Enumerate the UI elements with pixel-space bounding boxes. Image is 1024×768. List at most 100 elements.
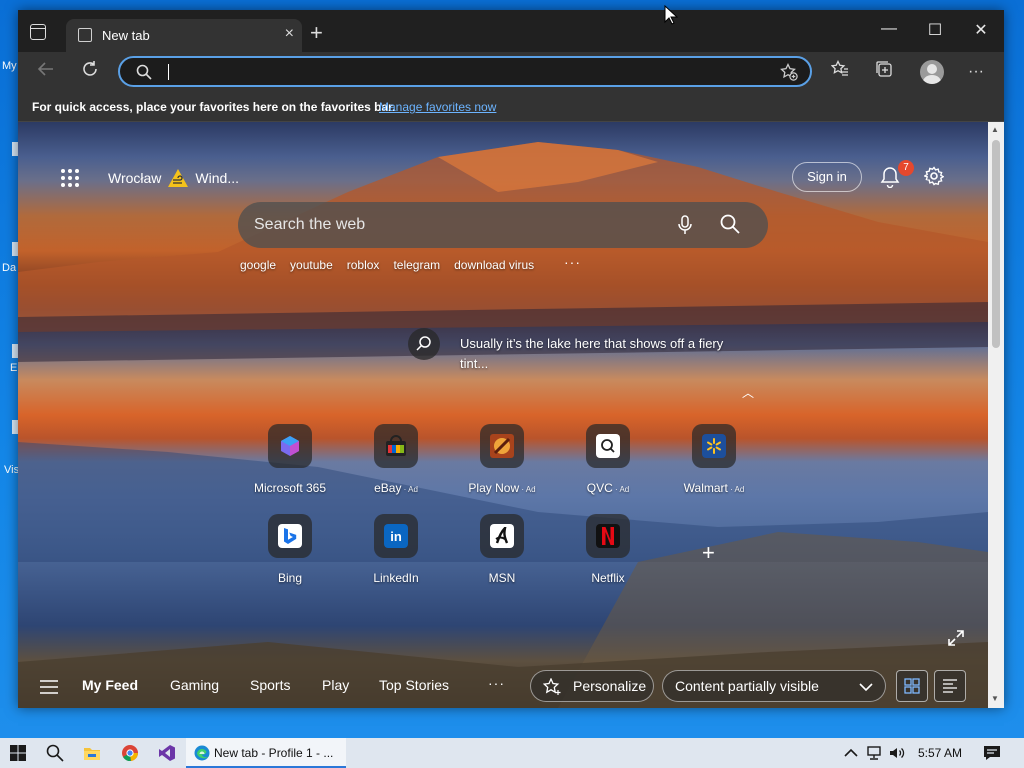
title-bar: New tab × + — ☐ ✕ <box>18 10 1004 52</box>
feed-tab-my-feed[interactable]: My Feed <box>82 677 138 693</box>
mouse-cursor-icon <box>664 5 678 25</box>
feed-more-button[interactable]: ··· <box>488 675 505 691</box>
list-view-icon <box>943 679 957 693</box>
tile-label: Play Now <box>468 481 520 495</box>
list-view-button[interactable] <box>934 670 966 702</box>
tile-linkedin[interactable]: in LinkedIn <box>346 514 446 585</box>
refresh-icon <box>83 61 97 76</box>
collections-button[interactable] <box>872 60 896 84</box>
feed-tab-play[interactable]: Play <box>322 677 349 693</box>
browser-window: New tab × + — ☐ ✕ ··· For quick access, <box>18 10 1004 708</box>
qvc-icon <box>601 439 615 453</box>
new-tab-page: Wrocław Wind... Sign in 7 Search the web… <box>18 122 988 708</box>
tile-ebay[interactable]: eBay · Ad <box>346 424 446 495</box>
address-bar[interactable] <box>118 56 812 87</box>
trending-search-link[interactable]: google <box>240 258 276 272</box>
tab-actions-icon[interactable] <box>30 24 46 40</box>
back-arrow-icon <box>37 62 53 76</box>
web-search-box[interactable]: Search the web <box>238 202 768 248</box>
new-tab-button[interactable]: + <box>310 20 323 46</box>
personalize-button[interactable]: Personalize <box>530 670 654 702</box>
chevron-up-icon[interactable] <box>842 744 860 762</box>
file-explorer-icon[interactable] <box>83 744 101 762</box>
web-search-placeholder: Search the web <box>254 216 366 233</box>
walmart-spark-icon <box>707 438 721 454</box>
scroll-down-icon[interactable]: ▼ <box>991 694 999 703</box>
trending-search-link[interactable]: download virus <box>454 258 534 272</box>
feed-tab-top-stories[interactable]: Top Stories <box>379 677 449 693</box>
search-icon[interactable] <box>46 744 64 762</box>
tab-new-tab[interactable]: New tab × <box>66 19 302 52</box>
maximize-button[interactable]: ☐ <box>912 20 958 40</box>
tab-title: New tab <box>102 28 150 43</box>
more-searches-button[interactable]: ··· <box>564 254 581 270</box>
wind-warning-icon <box>168 169 189 187</box>
system-clock[interactable]: 5:57 AM <box>918 746 962 760</box>
hamburger-menu-icon[interactable] <box>40 680 58 694</box>
trending-search-link[interactable]: youtube <box>290 258 333 272</box>
refresh-button[interactable] <box>78 60 102 84</box>
windows-start-icon[interactable] <box>9 744 27 762</box>
add-favorite-icon[interactable] <box>780 63 798 81</box>
edge-icon <box>194 745 210 761</box>
minimize-button[interactable]: — <box>866 20 912 38</box>
tile-microsoft-365[interactable]: Microsoft 365 <box>240 424 340 495</box>
profile-avatar[interactable] <box>920 60 944 84</box>
expand-icon[interactable] <box>948 630 964 646</box>
notifications-bell-icon[interactable] <box>880 166 900 188</box>
gear-icon[interactable] <box>924 166 944 186</box>
tile-qvc[interactable]: QVC · Ad <box>558 424 658 495</box>
taskbar-edge-window[interactable]: New tab - Profile 1 - ... <box>186 738 346 768</box>
grid-view-button[interactable] <box>896 670 928 702</box>
tile-label: Microsoft 365 <box>253 481 327 495</box>
image-description[interactable]: Usually it’s the lake here that shows of… <box>460 334 730 374</box>
bing-icon <box>284 528 297 544</box>
content-visibility-select[interactable]: Content partially visible <box>662 670 886 702</box>
notifications-badge: 7 <box>898 160 914 176</box>
feed-tab-gaming[interactable]: Gaming <box>170 677 219 693</box>
tile-bing[interactable]: Bing <box>240 514 340 585</box>
tile-label: MSN <box>488 571 516 585</box>
close-window-button[interactable]: ✕ <box>958 20 1004 40</box>
settings-more-button[interactable]: ··· <box>964 60 988 84</box>
taskbar: New tab - Profile 1 - ... 5:57 AM <box>0 738 1024 768</box>
feed-tab-sports[interactable]: Sports <box>250 677 290 693</box>
chevron-up-icon[interactable]: ︿ <box>742 384 754 401</box>
apps-launcher-icon[interactable] <box>60 168 80 188</box>
visual-studio-icon[interactable] <box>158 744 176 762</box>
tile-label: Bing <box>277 571 303 585</box>
manage-favorites-link[interactable]: Manage favorites now <box>379 100 496 114</box>
network-icon[interactable] <box>865 744 883 762</box>
new-tab-favicon-icon <box>78 28 92 42</box>
back-button[interactable] <box>34 60 58 84</box>
favorites-button[interactable] <box>828 59 852 84</box>
trending-searches: google youtube roblox telegram download … <box>240 258 534 272</box>
feed-navigation: My Feed Gaming Sports Play Top Stories ·… <box>18 666 988 708</box>
image-info-button[interactable] <box>408 328 440 360</box>
scroll-up-icon[interactable]: ▲ <box>991 125 999 134</box>
weather-widget[interactable]: Wrocław Wind... <box>108 168 239 188</box>
personalize-sparkle-icon <box>543 678 561 695</box>
chevron-down-icon <box>859 683 873 692</box>
volume-icon[interactable] <box>888 744 906 762</box>
tile-walmart[interactable]: Walmart · Ad <box>664 424 764 495</box>
notification-center-icon[interactable] <box>983 744 1001 762</box>
desktop-icon-label: My <box>2 60 17 72</box>
desktop-icon-label: Vis <box>4 464 20 476</box>
tile-netflix[interactable]: Netflix <box>558 514 658 585</box>
trending-search-link[interactable]: roblox <box>347 258 380 272</box>
tab-close-icon[interactable]: × <box>285 25 294 43</box>
address-input[interactable] <box>166 61 766 83</box>
scroll-thumb[interactable] <box>992 140 1000 348</box>
grid-view-icon <box>904 678 920 694</box>
microphone-icon[interactable] <box>676 215 694 235</box>
sign-in-button[interactable]: Sign in <box>792 162 862 192</box>
tile-msn[interactable]: MSN <box>452 514 552 585</box>
tile-play-now[interactable]: Play Now · Ad <box>452 424 552 495</box>
add-shortcut-button[interactable]: + <box>702 540 715 566</box>
chrome-icon[interactable] <box>121 744 139 762</box>
page-scrollbar[interactable]: ▲ ▼ <box>988 122 1004 708</box>
search-icon[interactable] <box>720 214 740 234</box>
trending-search-link[interactable]: telegram <box>393 258 440 272</box>
desktop-icon-label: Da <box>2 262 17 274</box>
